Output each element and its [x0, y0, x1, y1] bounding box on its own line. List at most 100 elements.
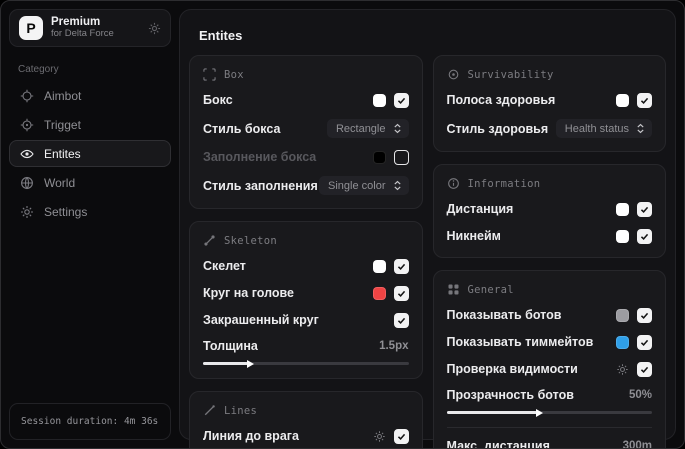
- section-title: General: [467, 283, 514, 296]
- color-swatch[interactable]: [616, 93, 629, 107]
- bot-opacity-slider-group: Прозрачность ботов 50%: [446, 388, 652, 414]
- bot-opacity-slider[interactable]: [446, 411, 652, 414]
- sidebar: P Premium for Delta Force Category Aimbo…: [1, 1, 179, 448]
- checkmark-icon: [397, 316, 406, 325]
- left-column: Box Бокс Стиль бокса Rectangle Заполнени…: [189, 55, 423, 448]
- thickness-slider[interactable]: [203, 362, 409, 365]
- section-title: Lines: [224, 404, 258, 417]
- sidebar-item-settings[interactable]: Settings: [9, 198, 171, 225]
- target-dot-icon: [447, 68, 460, 81]
- gear-icon[interactable]: [373, 430, 386, 443]
- brand-subtitle: for Delta Force: [51, 28, 114, 40]
- checkbox[interactable]: [637, 201, 652, 217]
- setting-row: Показывать ботов: [446, 307, 652, 323]
- dropdown-value: Rectangle: [335, 122, 386, 135]
- setting-label: Полоса здоровья: [446, 93, 556, 107]
- slider-value: 1.5px: [379, 340, 409, 352]
- skeleton-section-header: Skeleton: [203, 234, 409, 247]
- checkbox[interactable]: [637, 228, 652, 244]
- checkbox[interactable]: [393, 312, 409, 328]
- slider-value: 50%: [628, 389, 652, 401]
- checkbox[interactable]: [637, 334, 652, 350]
- slider-fill[interactable]: [446, 411, 537, 414]
- setting-label: Показывать ботов: [446, 308, 562, 322]
- entities-eye-icon: [20, 147, 34, 161]
- color-swatch[interactable]: [616, 202, 629, 216]
- box-style-dropdown[interactable]: Rectangle: [326, 119, 409, 138]
- unfold-icon: [636, 123, 645, 134]
- health-style-dropdown[interactable]: Health status: [555, 119, 652, 138]
- info-icon: [447, 177, 460, 190]
- main-panel: Entites Box Бокс Стиль бокса Rectangle З…: [179, 9, 676, 448]
- page-title: Entites: [199, 28, 243, 43]
- color-swatch[interactable]: [616, 335, 629, 349]
- setting-row: Закрашенный круг: [203, 312, 409, 328]
- crosshair-icon: [20, 89, 34, 103]
- setting-row: Стиль заполнения Single color: [203, 176, 409, 195]
- box-section-header: Box: [203, 68, 409, 81]
- gear-icon[interactable]: [148, 22, 161, 35]
- setting-label: Линия до врага: [203, 429, 299, 443]
- setting-row: Полоса здоровья: [446, 92, 652, 108]
- section-title: Box: [224, 68, 244, 81]
- setting-row: Никнейм: [447, 228, 652, 244]
- sidebar-item-label: Trigget: [44, 117, 81, 132]
- setting-label: Дистанция: [446, 202, 514, 216]
- setting-label: Толщина: [203, 339, 258, 353]
- setting-row: Заполнение бокса: [203, 149, 409, 165]
- sidebar-item-trigget[interactable]: Trigget: [9, 111, 171, 138]
- globe-icon: [20, 176, 34, 190]
- checkbox[interactable]: [393, 258, 409, 274]
- general-section-header: General: [447, 283, 653, 296]
- setting-label: Стиль здоровья: [446, 121, 549, 136]
- checkmark-icon: [640, 205, 649, 214]
- color-swatch[interactable]: [372, 93, 386, 107]
- box-corners-icon: [203, 68, 216, 81]
- gear-icon[interactable]: [616, 363, 629, 376]
- fill-style-dropdown[interactable]: Single color: [319, 176, 409, 195]
- color-swatch[interactable]: [372, 259, 386, 273]
- bone-icon: [203, 234, 216, 247]
- skeleton-section: Skeleton Скелет Круг на голове Закрашенн…: [189, 221, 423, 379]
- section-title: Survivability: [467, 68, 554, 81]
- slider-fill[interactable]: [203, 362, 249, 365]
- divider: [446, 427, 652, 428]
- checkbox[interactable]: [637, 307, 652, 323]
- checkbox[interactable]: [393, 92, 409, 108]
- color-swatch[interactable]: [372, 286, 386, 300]
- checkbox[interactable]: [393, 285, 409, 301]
- sidebar-item-world[interactable]: World: [9, 169, 171, 196]
- setting-label: Стиль заполнения: [203, 178, 318, 193]
- color-swatch[interactable]: [372, 150, 386, 164]
- sidebar-item-aimbot[interactable]: Aimbot: [9, 82, 171, 109]
- checkbox[interactable]: [393, 149, 409, 165]
- category-label: Category: [18, 64, 59, 75]
- checkmark-icon: [397, 289, 406, 298]
- checkbox[interactable]: [637, 361, 652, 377]
- brand-card: P Premium for Delta Force: [9, 9, 171, 47]
- color-swatch[interactable]: [616, 308, 629, 322]
- unfold-icon: [393, 123, 402, 134]
- setting-label: Показывать тиммейтов: [446, 335, 594, 349]
- lines-section-header: Lines: [203, 404, 409, 417]
- dropdown-value: Single color: [328, 179, 386, 192]
- sidebar-item-entites[interactable]: Entites: [9, 140, 171, 167]
- checkbox[interactable]: [393, 428, 409, 444]
- checkbox[interactable]: [637, 92, 652, 108]
- setting-row: Круг на голове: [203, 285, 409, 301]
- setting-row: Проверка видимости: [446, 361, 652, 377]
- setting-label: Заполнение бокса: [203, 150, 317, 164]
- setting-label: Проверка видимости: [446, 362, 578, 376]
- survivability-section: Survivability Полоса здоровья Стиль здор…: [432, 55, 666, 152]
- grid-icon: [447, 283, 460, 296]
- slider-value: 300m: [622, 440, 652, 449]
- setting-label: Скелет: [203, 259, 246, 273]
- checkmark-icon: [397, 262, 406, 271]
- setting-label: Бокс: [203, 93, 233, 107]
- checkmark-icon: [640, 338, 649, 347]
- general-section: General Показывать ботов Показывать тимм…: [432, 270, 666, 449]
- dropdown-value: Health status: [564, 122, 629, 135]
- color-swatch[interactable]: [616, 229, 629, 243]
- brand-logo: P: [19, 16, 43, 40]
- sidebar-item-label: Aimbot: [44, 88, 82, 103]
